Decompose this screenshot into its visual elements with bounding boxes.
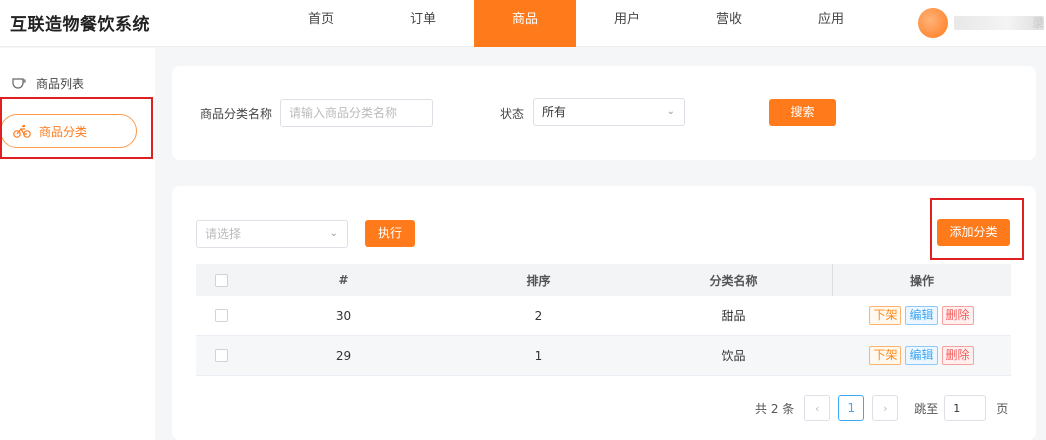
- nav-revenue[interactable]: 营收: [678, 0, 780, 47]
- cell-category-name: 饮品: [721, 349, 746, 363]
- cell-sort: 2: [534, 308, 543, 323]
- header-category-name: 分类名称: [709, 273, 758, 288]
- cell-id: 30: [335, 308, 352, 323]
- cell-id: 29: [335, 348, 352, 363]
- page-suffix: 页: [996, 401, 1009, 416]
- page-number-current[interactable]: 1: [838, 395, 865, 421]
- goto-page-value: 1: [953, 401, 961, 415]
- delete-button[interactable]: 删除: [941, 346, 974, 365]
- row-checkbox-cell: [196, 296, 246, 335]
- cell-operations: 下架 编辑 删除: [832, 296, 1011, 335]
- delete-button[interactable]: 删除: [941, 306, 974, 325]
- bulk-action-placeholder: 请选择: [205, 227, 242, 241]
- pagination-total: 共 2 条: [755, 401, 795, 416]
- table-row: 29 1 饮品 下架 编辑 删除: [196, 336, 1011, 376]
- nav-users[interactable]: 用户: [576, 0, 678, 47]
- nav-apps[interactable]: 应用: [780, 0, 882, 47]
- search-button[interactable]: 搜索: [769, 99, 836, 126]
- row-checkbox-cell: [196, 336, 246, 375]
- bicycle-icon: [13, 124, 31, 138]
- username-fragment: 录: [1031, 16, 1044, 30]
- main-nav: 首页 订单 商品 用户 营收 应用: [270, 0, 882, 47]
- user-menu[interactable]: 录: [918, 8, 1044, 38]
- execute-button[interactable]: 执行: [365, 220, 415, 247]
- avatar[interactable]: [918, 8, 948, 38]
- unlist-button[interactable]: 下架: [869, 306, 902, 325]
- row-checkbox[interactable]: [214, 309, 228, 322]
- category-table: # 排序 分类名称 操作 30 2 甜品 下架 编辑 删除 29 1 饮品 下架…: [196, 264, 1011, 376]
- header-checkbox-cell: [196, 264, 246, 296]
- cell-category-name: 甜品: [721, 309, 746, 323]
- header-sort: 排序: [526, 273, 551, 288]
- chevron-down-icon: ⌄: [329, 228, 338, 239]
- table-header-row: # 排序 分类名称 操作: [196, 264, 1011, 296]
- header-id: #: [338, 273, 349, 287]
- prev-page-button[interactable]: ‹: [804, 395, 831, 421]
- chevron-down-icon: ⌄: [666, 106, 675, 117]
- sidebar-item-product-list[interactable]: 商品列表: [10, 70, 84, 96]
- nav-orders[interactable]: 订单: [372, 0, 474, 47]
- category-name-input[interactable]: 请输入商品分类名称: [280, 99, 433, 127]
- cell-sort: 1: [534, 348, 543, 363]
- unlist-button[interactable]: 下架: [869, 346, 902, 365]
- sidebar-item-label: 商品分类: [39, 124, 88, 139]
- status-select[interactable]: 所有 ⌄: [533, 98, 685, 126]
- table-row: 30 2 甜品 下架 编辑 删除: [196, 296, 1011, 336]
- sidebar-item-product-category[interactable]: 商品分类: [0, 114, 137, 148]
- bulk-action-select[interactable]: 请选择 ⌄: [196, 220, 348, 248]
- cell-operations: 下架 编辑 删除: [832, 336, 1011, 375]
- nav-home[interactable]: 首页: [270, 0, 372, 47]
- row-checkbox[interactable]: [214, 349, 228, 362]
- sidebar-item-label: 商品列表: [36, 76, 85, 91]
- goto-page-input[interactable]: 1: [944, 395, 987, 421]
- cup-icon: [10, 76, 28, 90]
- header-operations: 操作: [832, 264, 1011, 296]
- status-selected-value: 所有: [542, 105, 567, 119]
- status-label: 状态: [500, 107, 525, 121]
- add-category-button[interactable]: 添加分类: [937, 219, 1010, 246]
- next-page-button[interactable]: ›: [872, 395, 899, 421]
- goto-label: 跳至: [914, 401, 939, 416]
- edit-button[interactable]: 编辑: [905, 346, 938, 365]
- pagination: 共 2 条 ‹ 1 › 跳至 1 页: [755, 395, 1008, 421]
- top-header: 互联造物餐饮系统 首页 订单 商品 用户 营收 应用 录: [0, 0, 1046, 47]
- sidebar: [0, 48, 155, 440]
- select-all-checkbox[interactable]: [214, 273, 228, 287]
- app-title: 互联造物餐饮系统: [10, 15, 150, 35]
- nav-products[interactable]: 商品: [474, 0, 576, 47]
- username-blurred: 录: [954, 16, 1044, 30]
- edit-button[interactable]: 编辑: [905, 306, 938, 325]
- category-name-label: 商品分类名称: [200, 107, 273, 121]
